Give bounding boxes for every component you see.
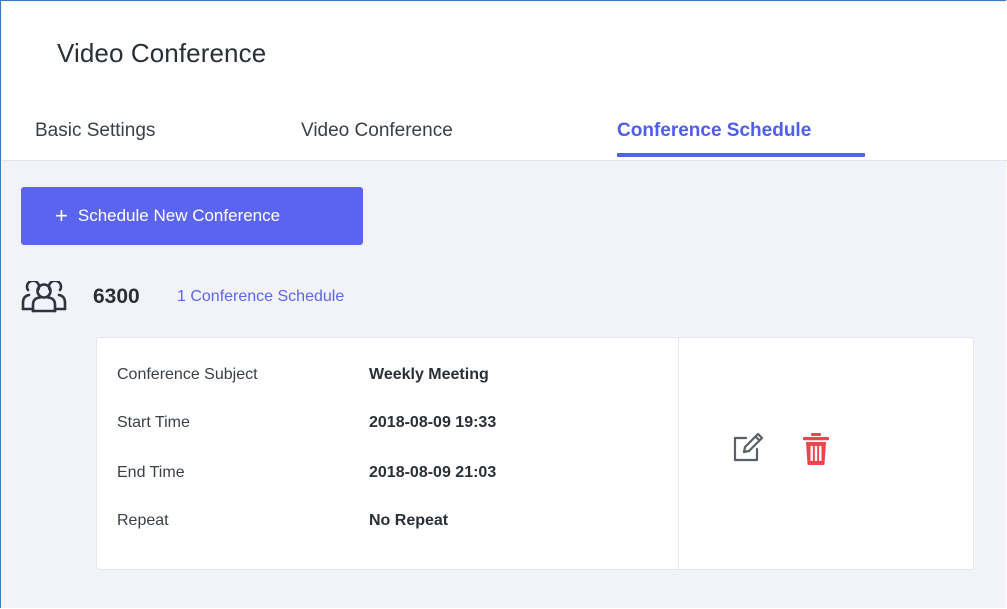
conference-subject-value: Weekly Meeting xyxy=(369,366,489,383)
active-tab-indicator xyxy=(617,153,865,157)
trash-icon[interactable] xyxy=(798,432,834,466)
conference-extension: 6300 xyxy=(93,285,140,308)
end-time-label: End Time xyxy=(117,464,185,481)
start-time-value: 2018-08-09 19:33 xyxy=(369,414,497,431)
group-icon xyxy=(21,281,67,313)
page-title: Video Conference xyxy=(57,38,267,68)
repeat-label: Repeat xyxy=(117,512,169,529)
tab-basic-settings[interactable]: Basic Settings xyxy=(35,120,155,142)
plus-icon: + xyxy=(55,203,68,228)
schedule-new-conference-button[interactable]: + Schedule New Conference xyxy=(21,187,363,245)
conference-subject-label: Conference Subject xyxy=(117,366,258,383)
app-frame: Video Conference Basic Settings Video Co… xyxy=(0,0,1007,608)
end-time-value: 2018-08-09 21:03 xyxy=(369,464,497,481)
card-divider xyxy=(678,338,679,569)
start-time-label: Start Time xyxy=(117,414,190,431)
conference-schedule-card: Conference Subject Weekly Meeting Start … xyxy=(96,337,974,570)
edit-icon[interactable] xyxy=(730,432,766,464)
schedule-new-conference-label: Schedule New Conference xyxy=(77,206,281,225)
conference-schedule-count-link[interactable]: 1 Conference Schedule xyxy=(177,288,344,306)
repeat-value: No Repeat xyxy=(369,512,449,529)
tab-conference-schedule[interactable]: Conference Schedule xyxy=(617,120,811,142)
tab-video-conference[interactable]: Video Conference xyxy=(301,120,453,142)
page-header: Video Conference Basic Settings Video Co… xyxy=(2,2,1007,161)
